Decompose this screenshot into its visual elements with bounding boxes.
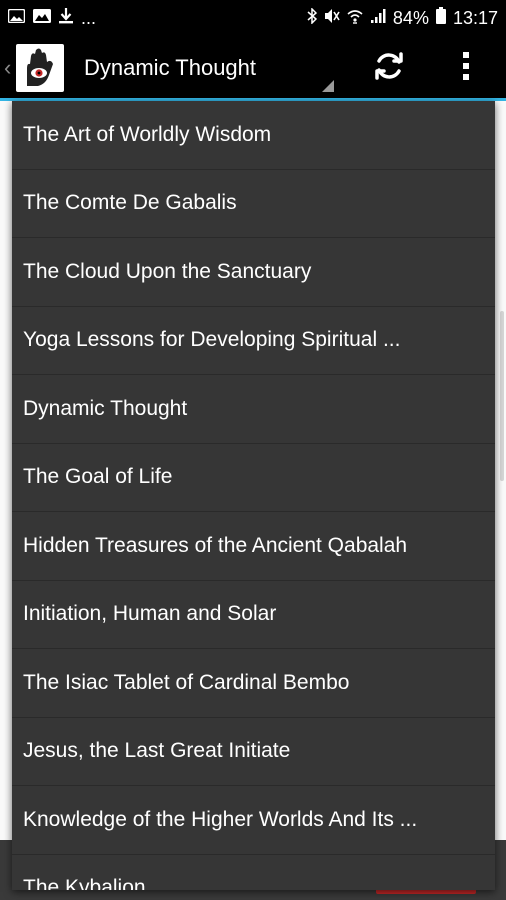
dropdown-item[interactable]: Yoga Lessons for Developing Spiritual ..… <box>12 307 495 375</box>
status-right: 84% 13:17 <box>307 6 498 29</box>
download-icon <box>59 7 73 29</box>
refresh-icon <box>372 49 406 88</box>
back-chevron-icon[interactable]: ‹ <box>4 55 16 81</box>
dropdown-item[interactable]: Dynamic Thought <box>12 375 495 444</box>
dropdown-item[interactable]: Hidden Treasures of the Ancient Qabalah <box>12 512 495 581</box>
page-scrollbar[interactable] <box>500 311 504 481</box>
dropdown-item[interactable]: The Art of Worldly Wisdom <box>12 101 495 170</box>
spinner-selected-label: Dynamic Thought <box>84 55 257 80</box>
book-dropdown-list[interactable]: The Art of Worldly Wisdom The Comte De G… <box>12 101 495 890</box>
overflow-menu-icon <box>462 51 470 86</box>
overflow-menu-button[interactable] <box>446 36 486 100</box>
dropdown-item[interactable]: Initiation, Human and Solar <box>12 581 495 649</box>
dropdown-item[interactable]: The Isiac Tablet of Cardinal Bembo <box>12 649 495 718</box>
dropdown-item[interactable]: The Goal of Life <box>12 444 495 512</box>
image-icon <box>7 8 26 28</box>
refresh-button[interactable] <box>364 36 414 100</box>
battery-icon <box>435 7 446 29</box>
mute-icon <box>324 8 340 29</box>
dropdown-item[interactable]: Knowledge of the Higher Worlds And Its .… <box>12 786 495 855</box>
dropdown-item[interactable]: The Cloud Upon the Sanctuary <box>12 238 495 307</box>
action-bar: ‹ Dynamic Thought <box>0 36 506 100</box>
status-bar: ... 84% 13:17 <box>0 0 506 36</box>
gallery-icon <box>33 8 51 28</box>
bluetooth-icon <box>307 6 318 29</box>
dropdown-item[interactable]: The Comte De Gabalis <box>12 170 495 238</box>
wifi-icon <box>347 8 363 29</box>
book-spinner[interactable]: Dynamic Thought <box>84 36 334 100</box>
signal-icon <box>370 8 386 29</box>
clock: 13:17 <box>452 7 498 28</box>
dropdown-item[interactable]: Jesus, the Last Great Initiate <box>12 718 495 786</box>
app-logo[interactable] <box>16 44 64 92</box>
status-left-icons: ... <box>7 7 97 29</box>
dropdown-item[interactable]: The Kybalion <box>12 855 495 890</box>
status-overflow-indicator: ... <box>81 7 97 28</box>
spinner-dropdown-icon <box>322 80 334 92</box>
battery-percent: 84% <box>392 7 429 28</box>
